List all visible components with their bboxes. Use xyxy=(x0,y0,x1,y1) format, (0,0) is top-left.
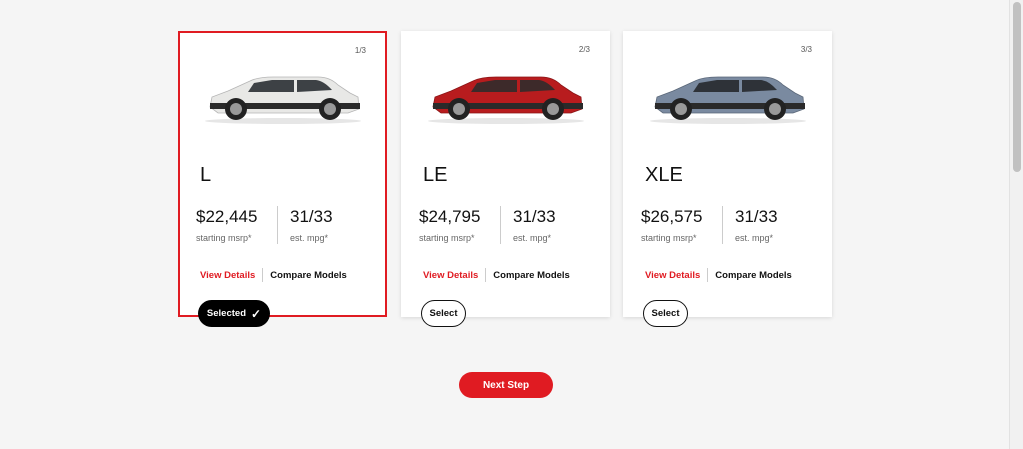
link-separator xyxy=(485,268,487,282)
view-details-link[interactable]: View Details xyxy=(200,270,255,281)
starting-price: $24,795 xyxy=(419,207,481,226)
trim-name: XLE xyxy=(645,164,683,186)
scrollbar-thumb[interactable] xyxy=(1013,2,1021,172)
card-counter: 1/3 xyxy=(354,46,366,55)
select-button-label: Select xyxy=(429,308,458,319)
price-label: starting msrp* xyxy=(641,233,697,243)
link-separator xyxy=(707,268,709,282)
stat-divider xyxy=(277,206,278,244)
select-button-label: Select xyxy=(651,308,680,319)
card-links: View Details Compare Models xyxy=(645,268,792,282)
mpg-value: 31/33 xyxy=(290,207,333,226)
checkmark-icon: ✓ xyxy=(251,306,262,321)
vehicle-image-le xyxy=(428,76,584,124)
starting-price: $22,445 xyxy=(196,207,258,226)
trim-card-xle[interactable]: 3/3 XLE $26,575 starting msrp* 31/33 est… xyxy=(623,31,832,327)
select-button[interactable]: Select xyxy=(421,300,466,327)
starting-price: $26,575 xyxy=(641,207,703,226)
select-button[interactable]: Select xyxy=(643,300,688,327)
card-links: View Details Compare Models xyxy=(200,268,347,282)
card-counter: 3/3 xyxy=(800,45,812,54)
mpg-label: est. mpg* xyxy=(513,233,552,243)
vehicle-image-xle xyxy=(650,76,806,124)
mpg-value: 31/33 xyxy=(513,207,556,226)
vehicle-image-l xyxy=(205,76,361,124)
price-label: starting msrp* xyxy=(419,233,475,243)
view-details-link[interactable]: View Details xyxy=(645,270,700,281)
view-details-link[interactable]: View Details xyxy=(423,270,478,281)
card-counter: 2/3 xyxy=(578,45,590,54)
mpg-value: 31/33 xyxy=(735,207,778,226)
trim-name: LE xyxy=(423,164,448,186)
mpg-label: est. mpg* xyxy=(735,233,774,243)
trim-card-le[interactable]: 2/3 LE $24,795 starting msrp* 31/33 est.… xyxy=(401,31,610,327)
compare-models-link[interactable]: Compare Models xyxy=(493,270,570,281)
trim-card-l[interactable]: 1/3 L $22,445 starting msrp* 31/33 est. … xyxy=(178,31,387,327)
price-label: starting msrp* xyxy=(196,233,252,243)
trim-name: L xyxy=(200,164,212,186)
compare-models-link[interactable]: Compare Models xyxy=(715,270,792,281)
select-button-label: Selected xyxy=(206,308,246,319)
page-scrollbar[interactable] xyxy=(1009,0,1023,449)
stat-divider xyxy=(500,206,501,244)
next-step-button[interactable]: Next Step xyxy=(459,372,553,398)
card-links: View Details Compare Models xyxy=(423,268,570,282)
compare-models-link[interactable]: Compare Models xyxy=(270,270,347,281)
stat-divider xyxy=(722,206,723,244)
link-separator xyxy=(262,268,264,282)
mpg-label: est. mpg* xyxy=(290,233,329,243)
selected-button[interactable]: Selected ✓ xyxy=(198,300,270,327)
